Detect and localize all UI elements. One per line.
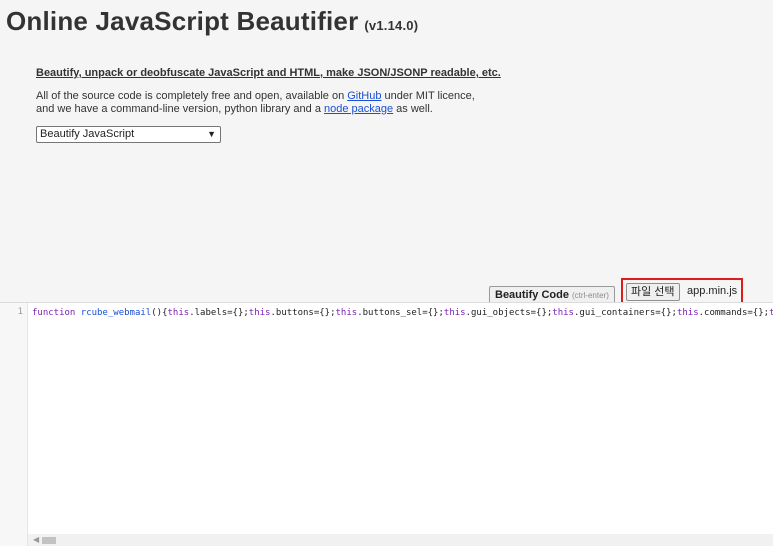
licence-line-1: All of the source code is completely fre…: [36, 90, 475, 103]
line-number-gutter: 1: [0, 303, 28, 546]
licence-text-part: and we have a command-line version, pyth…: [36, 103, 324, 115]
code-line[interactable]: function rcube_webmail(){this.labels={};…: [32, 307, 773, 319]
file-input[interactable]: 파일 선택 app.min.js: [621, 278, 743, 304]
code-token: this: [335, 308, 358, 318]
code-editor[interactable]: 1 function rcube_webmail(){this.labels={…: [0, 302, 773, 546]
page-title-text: Online JavaScript Beautifier: [6, 6, 359, 36]
beautify-code-label: Beautify Code: [495, 289, 569, 301]
code-token: this: [167, 308, 190, 318]
code-token: this: [248, 308, 271, 318]
mode-select-value: Beautify JavaScript: [40, 128, 135, 140]
version-label: (v1.14.0): [364, 18, 419, 33]
selected-file-name: app.min.js: [687, 285, 738, 297]
line-number: 1: [17, 307, 23, 317]
horizontal-scrollbar[interactable]: ◀: [28, 534, 773, 546]
node-package-link[interactable]: node package: [324, 103, 393, 115]
page-title: Online JavaScript Beautifier (v1.14.0): [6, 6, 418, 37]
code-token: .labels={};: [189, 308, 249, 318]
shortcut-hint: (ctrl-enter): [571, 291, 609, 300]
licence-line-2: and we have a command-line version, pyth…: [36, 103, 475, 116]
code-token: this: [443, 308, 466, 318]
licence-text-part: under MIT licence,: [381, 90, 475, 102]
code-token: rcube_webmail: [80, 308, 152, 318]
licence-text-part: as well.: [393, 103, 433, 115]
code-token: .buttons_sel={};: [357, 308, 444, 318]
chevron-down-icon: ▼: [207, 129, 216, 139]
code-token: this: [769, 308, 773, 318]
licence-text: All of the source code is completely fre…: [36, 90, 475, 116]
code-token: .buttons={};: [270, 308, 336, 318]
code-token: .gui_containers={};: [573, 308, 677, 318]
code-token: function: [32, 308, 81, 318]
mode-select[interactable]: Beautify JavaScript ▼: [36, 126, 221, 143]
code-token: .gui_objects={};: [465, 308, 553, 318]
code-token: .commands={};: [698, 308, 770, 318]
code-token: this: [676, 308, 699, 318]
choose-file-button[interactable]: 파일 선택: [626, 283, 680, 301]
scrollbar-thumb[interactable]: [42, 537, 56, 544]
licence-text-part: All of the source code is completely fre…: [36, 90, 348, 102]
tagline: Beautify, unpack or deobfuscate JavaScri…: [36, 67, 501, 79]
code-token: (){: [151, 308, 168, 318]
github-link[interactable]: GitHub: [347, 90, 381, 102]
chevron-left-icon[interactable]: ◀: [33, 535, 39, 544]
page: Online JavaScript Beautifier (v1.14.0) Be…: [0, 0, 773, 546]
code-token: this: [552, 308, 574, 318]
